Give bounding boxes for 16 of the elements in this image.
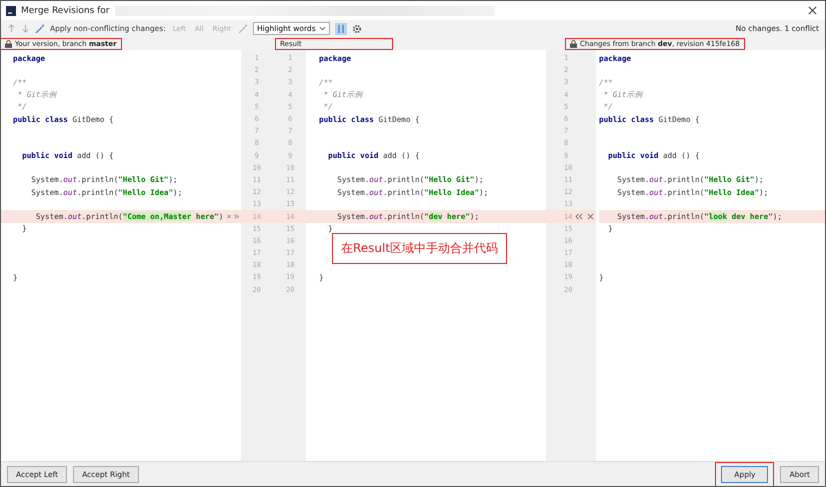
ignore-icon[interactable] bbox=[587, 213, 594, 220]
lock-icon bbox=[5, 40, 12, 48]
annotation-callout: 在Result区域中手动合并代码 bbox=[332, 233, 508, 264]
settings-icon[interactable] bbox=[352, 24, 362, 34]
accept-icon[interactable] bbox=[234, 213, 239, 220]
columns-icon[interactable] bbox=[334, 22, 347, 34]
chevron-down-icon bbox=[318, 26, 326, 31]
arrow-up-icon[interactable] bbox=[7, 24, 16, 33]
close-icon[interactable] bbox=[808, 6, 817, 15]
app-icon bbox=[6, 6, 16, 16]
window-title: Merge Revisions for bbox=[21, 6, 110, 16]
magic-wand-icon[interactable] bbox=[35, 24, 45, 34]
ignore-icon[interactable] bbox=[227, 213, 232, 220]
lock-icon bbox=[570, 40, 577, 48]
accept-icon[interactable] bbox=[575, 213, 584, 220]
arrow-down-icon[interactable] bbox=[21, 24, 30, 33]
